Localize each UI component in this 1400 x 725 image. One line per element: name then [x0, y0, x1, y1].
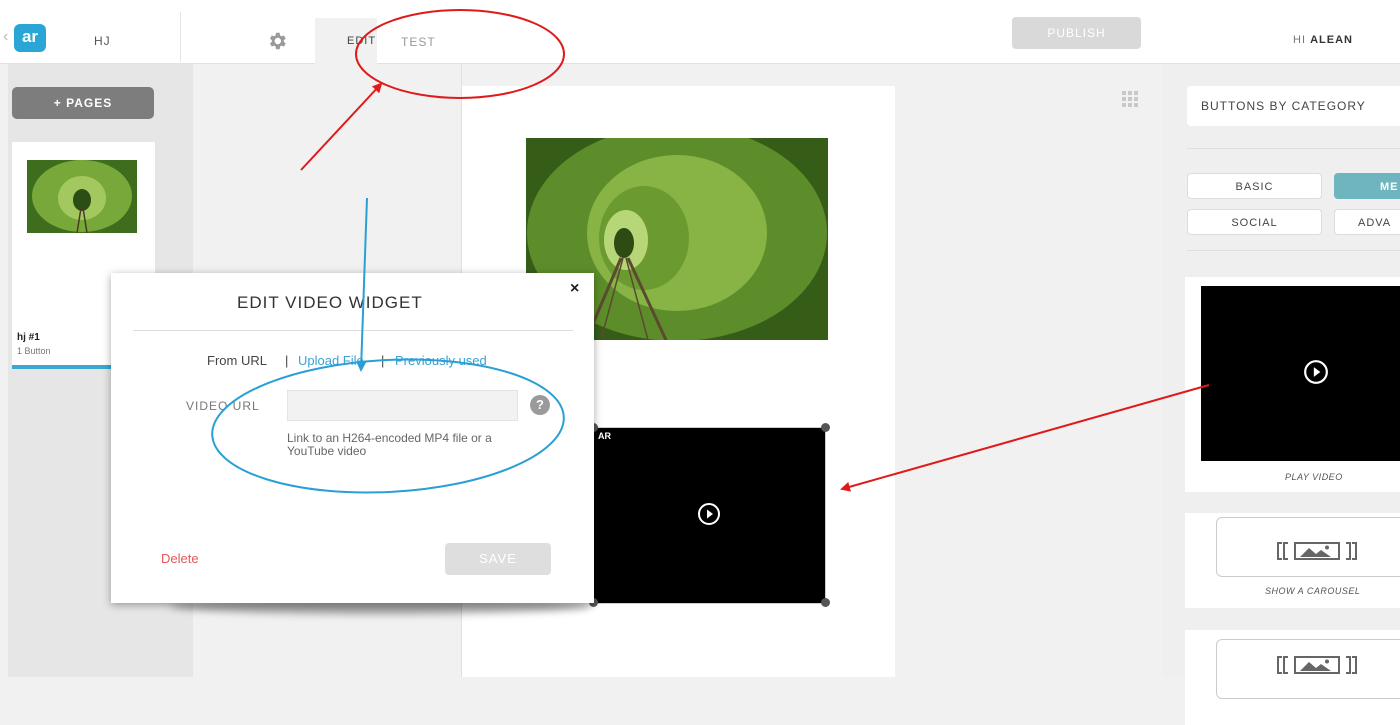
play-icon: [1304, 360, 1328, 384]
help-icon[interactable]: ?: [530, 395, 550, 415]
carousel-icon: [1277, 542, 1357, 560]
user-greeting[interactable]: HI ALEAN: [1293, 34, 1353, 46]
add-pages-button[interactable]: + PAGES: [12, 87, 154, 119]
publish-button[interactable]: PUBLISH: [1012, 17, 1141, 49]
grid-icon[interactable]: [1121, 90, 1139, 108]
project-name: HJ: [94, 34, 111, 48]
video-url-hint: Link to an H264-encoded MP4 file or a Yo…: [287, 431, 492, 458]
panel-divider: [1187, 148, 1400, 149]
source-tab-separator: |: [285, 353, 289, 368]
resize-handle-bottom-right[interactable]: [821, 598, 830, 607]
save-button[interactable]: SAVE: [445, 543, 551, 575]
category-media-button[interactable]: ME: [1334, 173, 1400, 199]
source-tab-upload-file[interactable]: Upload File: [298, 353, 364, 368]
resize-handle-top-right[interactable]: [821, 423, 830, 432]
source-tab-from-url[interactable]: From URL: [207, 353, 267, 368]
page-thumbnail-image: [27, 160, 137, 233]
category-advanced-button[interactable]: ADVA: [1334, 209, 1400, 235]
panel-divider: [1187, 250, 1400, 251]
modal-title: EDIT VIDEO WIDGET: [237, 293, 423, 312]
source-tab-separator: |: [381, 353, 385, 368]
annotation-red-arrow: [840, 384, 1210, 492]
play-video-label: PLAY VIDEO: [1285, 472, 1343, 482]
app-logo[interactable]: ar: [14, 24, 46, 52]
show-carousel-label: SHOW A CAROUSEL: [1265, 586, 1361, 596]
category-social-button[interactable]: SOCIAL: [1187, 209, 1322, 235]
close-icon[interactable]: ×: [570, 280, 579, 298]
tab-test[interactable]: TEST: [401, 35, 436, 49]
delete-button[interactable]: Delete: [161, 551, 199, 566]
carousel-icon: [1277, 656, 1357, 674]
gear-icon[interactable]: [266, 30, 288, 52]
play-video-preview: [1201, 286, 1400, 461]
back-chevron-icon[interactable]: ‹: [3, 28, 8, 46]
video-url-input[interactable]: [287, 390, 518, 421]
top-bar: [0, 0, 1400, 64]
video-widget-badge: AR: [598, 431, 611, 441]
annotation-red-arrow: [300, 82, 383, 171]
source-tab-previously-used[interactable]: Previously used: [395, 353, 487, 368]
header-divider: [180, 12, 181, 62]
category-select[interactable]: BUTTONS BY CATEGORY: [1187, 86, 1400, 126]
modal-divider: [133, 330, 573, 331]
video-url-label: VIDEO URL: [186, 399, 260, 413]
category-basic-button[interactable]: BASIC: [1187, 173, 1322, 199]
page-name: hj #1: [17, 332, 40, 343]
page-button-count: 1 Button: [17, 346, 51, 356]
play-icon[interactable]: [697, 502, 721, 526]
user-name: ALEAN: [1310, 34, 1353, 46]
greeting-prefix: HI: [1293, 34, 1311, 46]
tab-edit-label[interactable]: EDIT: [347, 35, 376, 47]
